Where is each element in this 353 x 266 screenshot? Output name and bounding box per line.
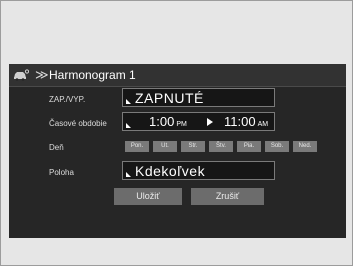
end-time[interactable]: 11:00 AM: [224, 113, 268, 130]
page-title: Harmonogram 1: [49, 68, 136, 82]
location-label: Poloha: [49, 168, 74, 177]
day-buttons: Pon. Ut. Str. Štv. Pia. Sob. Ned.: [125, 141, 345, 152]
day-label: Deň: [49, 143, 64, 152]
save-button[interactable]: Uložiť: [114, 188, 182, 205]
breadcrumb-chevrons: ≫: [35, 67, 49, 82]
location-field[interactable]: Kdekoľvek: [122, 161, 275, 180]
title-bar: ≫ Harmonogram 1: [9, 64, 346, 87]
onoff-field[interactable]: ZAPNUTÉ: [122, 88, 275, 107]
onoff-label: ZAP./VYP.: [49, 95, 86, 104]
onoff-value: ZAPNUTÉ: [135, 90, 204, 106]
corner-triangle-icon: [126, 99, 131, 104]
corner-triangle-icon: [126, 172, 131, 177]
day-button-thu[interactable]: Štv.: [209, 141, 233, 152]
cancel-button[interactable]: Zrušiť: [191, 188, 264, 205]
time-field[interactable]: 1:00 PM 11:00 AM: [122, 112, 275, 131]
arrow-right-icon: [207, 118, 213, 126]
corner-triangle-icon: [126, 123, 131, 128]
day-button-mon[interactable]: Pon.: [125, 141, 149, 152]
time-label: Časové obdobie: [49, 119, 107, 128]
location-value: Kdekoľvek: [135, 163, 206, 179]
day-button-tue[interactable]: Ut.: [153, 141, 177, 152]
day-button-sun[interactable]: Ned.: [293, 141, 317, 152]
day-button-fri[interactable]: Pia.: [237, 141, 261, 152]
day-button-sat[interactable]: Sob.: [265, 141, 289, 152]
day-button-wed[interactable]: Str.: [181, 141, 205, 152]
start-time[interactable]: 1:00 PM: [149, 113, 187, 130]
navigation-screen: ≫ Harmonogram 1 ZAP./VYP. ZAPNUTÉ Časové…: [9, 64, 346, 238]
page-frame: ≫ Harmonogram 1 ZAP./VYP. ZAPNUTÉ Časové…: [0, 0, 353, 266]
car-key-icon: [14, 69, 29, 81]
